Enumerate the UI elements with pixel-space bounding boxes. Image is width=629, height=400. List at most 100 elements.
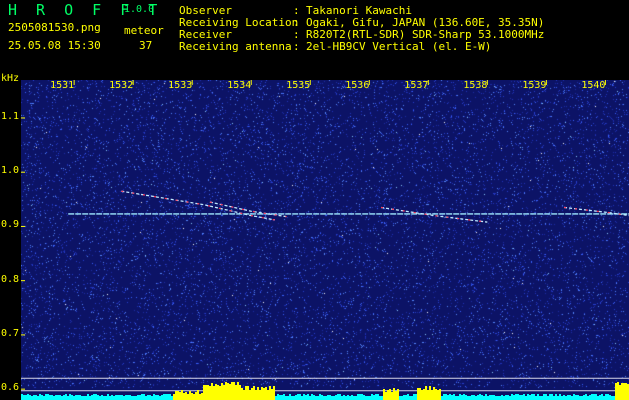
histogram-bar <box>193 394 195 400</box>
histogram-bar <box>23 395 25 400</box>
histogram-bar <box>301 396 303 400</box>
histogram-bar <box>291 396 293 400</box>
histogram-bar <box>253 386 255 400</box>
histogram-bar <box>409 396 411 400</box>
histogram-bar <box>433 387 435 400</box>
histogram-bar <box>499 396 501 400</box>
histogram-bar <box>123 396 125 400</box>
histogram-bar <box>307 394 309 400</box>
histogram-bar <box>71 395 73 400</box>
histogram-bar <box>309 396 311 400</box>
histogram-bar <box>57 395 59 400</box>
histogram-bar <box>437 390 439 400</box>
histogram-bar <box>421 390 423 400</box>
histogram-bar <box>83 396 85 400</box>
histogram-bar <box>271 389 273 400</box>
histogram-bar <box>61 396 63 400</box>
histogram-bar <box>353 396 355 400</box>
histogram-bar <box>197 390 199 400</box>
histogram-bar <box>59 395 61 400</box>
histogram-bar <box>489 395 491 400</box>
histogram-bar <box>607 394 609 400</box>
histogram-bar <box>237 382 239 400</box>
histogram-bar <box>109 396 111 400</box>
histogram-bar <box>89 396 91 400</box>
histogram-bar <box>467 396 469 400</box>
histogram-bar <box>445 394 447 400</box>
histogram-bar <box>221 383 223 400</box>
y-tick-label: 0.7 <box>1 327 20 339</box>
histogram-bar <box>527 394 529 400</box>
histogram-bar <box>557 396 559 400</box>
histogram-bar <box>325 396 327 400</box>
histogram-bar <box>397 389 399 400</box>
histogram-bar <box>525 396 527 400</box>
histogram-bar <box>157 395 159 400</box>
histogram-bar <box>263 388 265 400</box>
histogram-bar <box>333 396 335 400</box>
histogram-bar <box>363 395 365 400</box>
histogram-bar <box>257 387 259 400</box>
y-tick-label: 1.0 <box>1 165 20 177</box>
histogram-bar <box>179 392 181 400</box>
histogram-bar <box>529 395 531 400</box>
histogram-bar <box>367 396 369 400</box>
histogram-bar <box>477 395 479 400</box>
histogram-bar <box>75 395 77 400</box>
histogram-bar <box>27 394 29 400</box>
histogram-bar <box>151 396 153 400</box>
histogram-bar <box>485 394 487 400</box>
histogram-bar <box>111 395 113 400</box>
histogram-bar <box>501 395 503 400</box>
histogram-bar <box>611 396 613 400</box>
histogram-bar <box>241 388 243 400</box>
histogram-bar <box>369 396 371 400</box>
histogram-bar <box>609 395 611 400</box>
histogram-bar <box>453 394 455 400</box>
histogram-bar <box>615 383 617 400</box>
histogram-bar <box>407 394 409 400</box>
histogram-bar <box>597 396 599 400</box>
histogram-bar <box>37 396 39 400</box>
histogram-bar <box>345 396 347 400</box>
histogram-bar <box>459 394 461 400</box>
histogram-bar <box>457 396 459 400</box>
histogram-bar <box>601 394 603 400</box>
histogram-bar <box>595 394 597 400</box>
histogram-bar <box>339 394 341 400</box>
histogram-bar <box>103 396 105 400</box>
histogram-bar <box>335 395 337 400</box>
histogram-bar <box>229 384 231 400</box>
histogram-bar <box>35 395 37 400</box>
histogram-bar <box>93 394 95 400</box>
histogram-bar <box>69 394 71 400</box>
y-tick-label: 1.1 <box>1 110 20 122</box>
histogram-bar <box>429 386 431 400</box>
x-tick-label: 1535 <box>286 80 311 91</box>
histogram-bar <box>423 389 425 400</box>
histogram-bar <box>323 396 325 400</box>
histogram-bar <box>327 395 329 400</box>
histogram-bar <box>539 396 541 400</box>
x-tick-label: 1533 <box>168 80 193 91</box>
histogram-bar <box>413 394 415 400</box>
histogram-bar <box>227 383 229 400</box>
histogram-bar <box>47 394 49 400</box>
histogram-bar <box>139 395 141 400</box>
histogram-bar <box>605 394 607 400</box>
histogram-bar <box>331 396 333 400</box>
histogram-bar <box>567 395 569 400</box>
histogram-bar <box>277 394 279 400</box>
histogram-bar <box>603 396 605 400</box>
histogram-bar <box>243 390 245 400</box>
histogram-bar <box>91 395 93 400</box>
histogram-bar <box>395 391 397 400</box>
histogram-bar <box>515 394 517 400</box>
histogram-bar <box>551 394 553 400</box>
histogram-bar <box>283 394 285 400</box>
histogram-bar <box>373 395 375 400</box>
histogram-bar <box>269 386 271 400</box>
x-tick-label: 1531 <box>50 80 75 91</box>
histogram-bar <box>613 396 615 400</box>
histogram-bar <box>439 389 441 400</box>
